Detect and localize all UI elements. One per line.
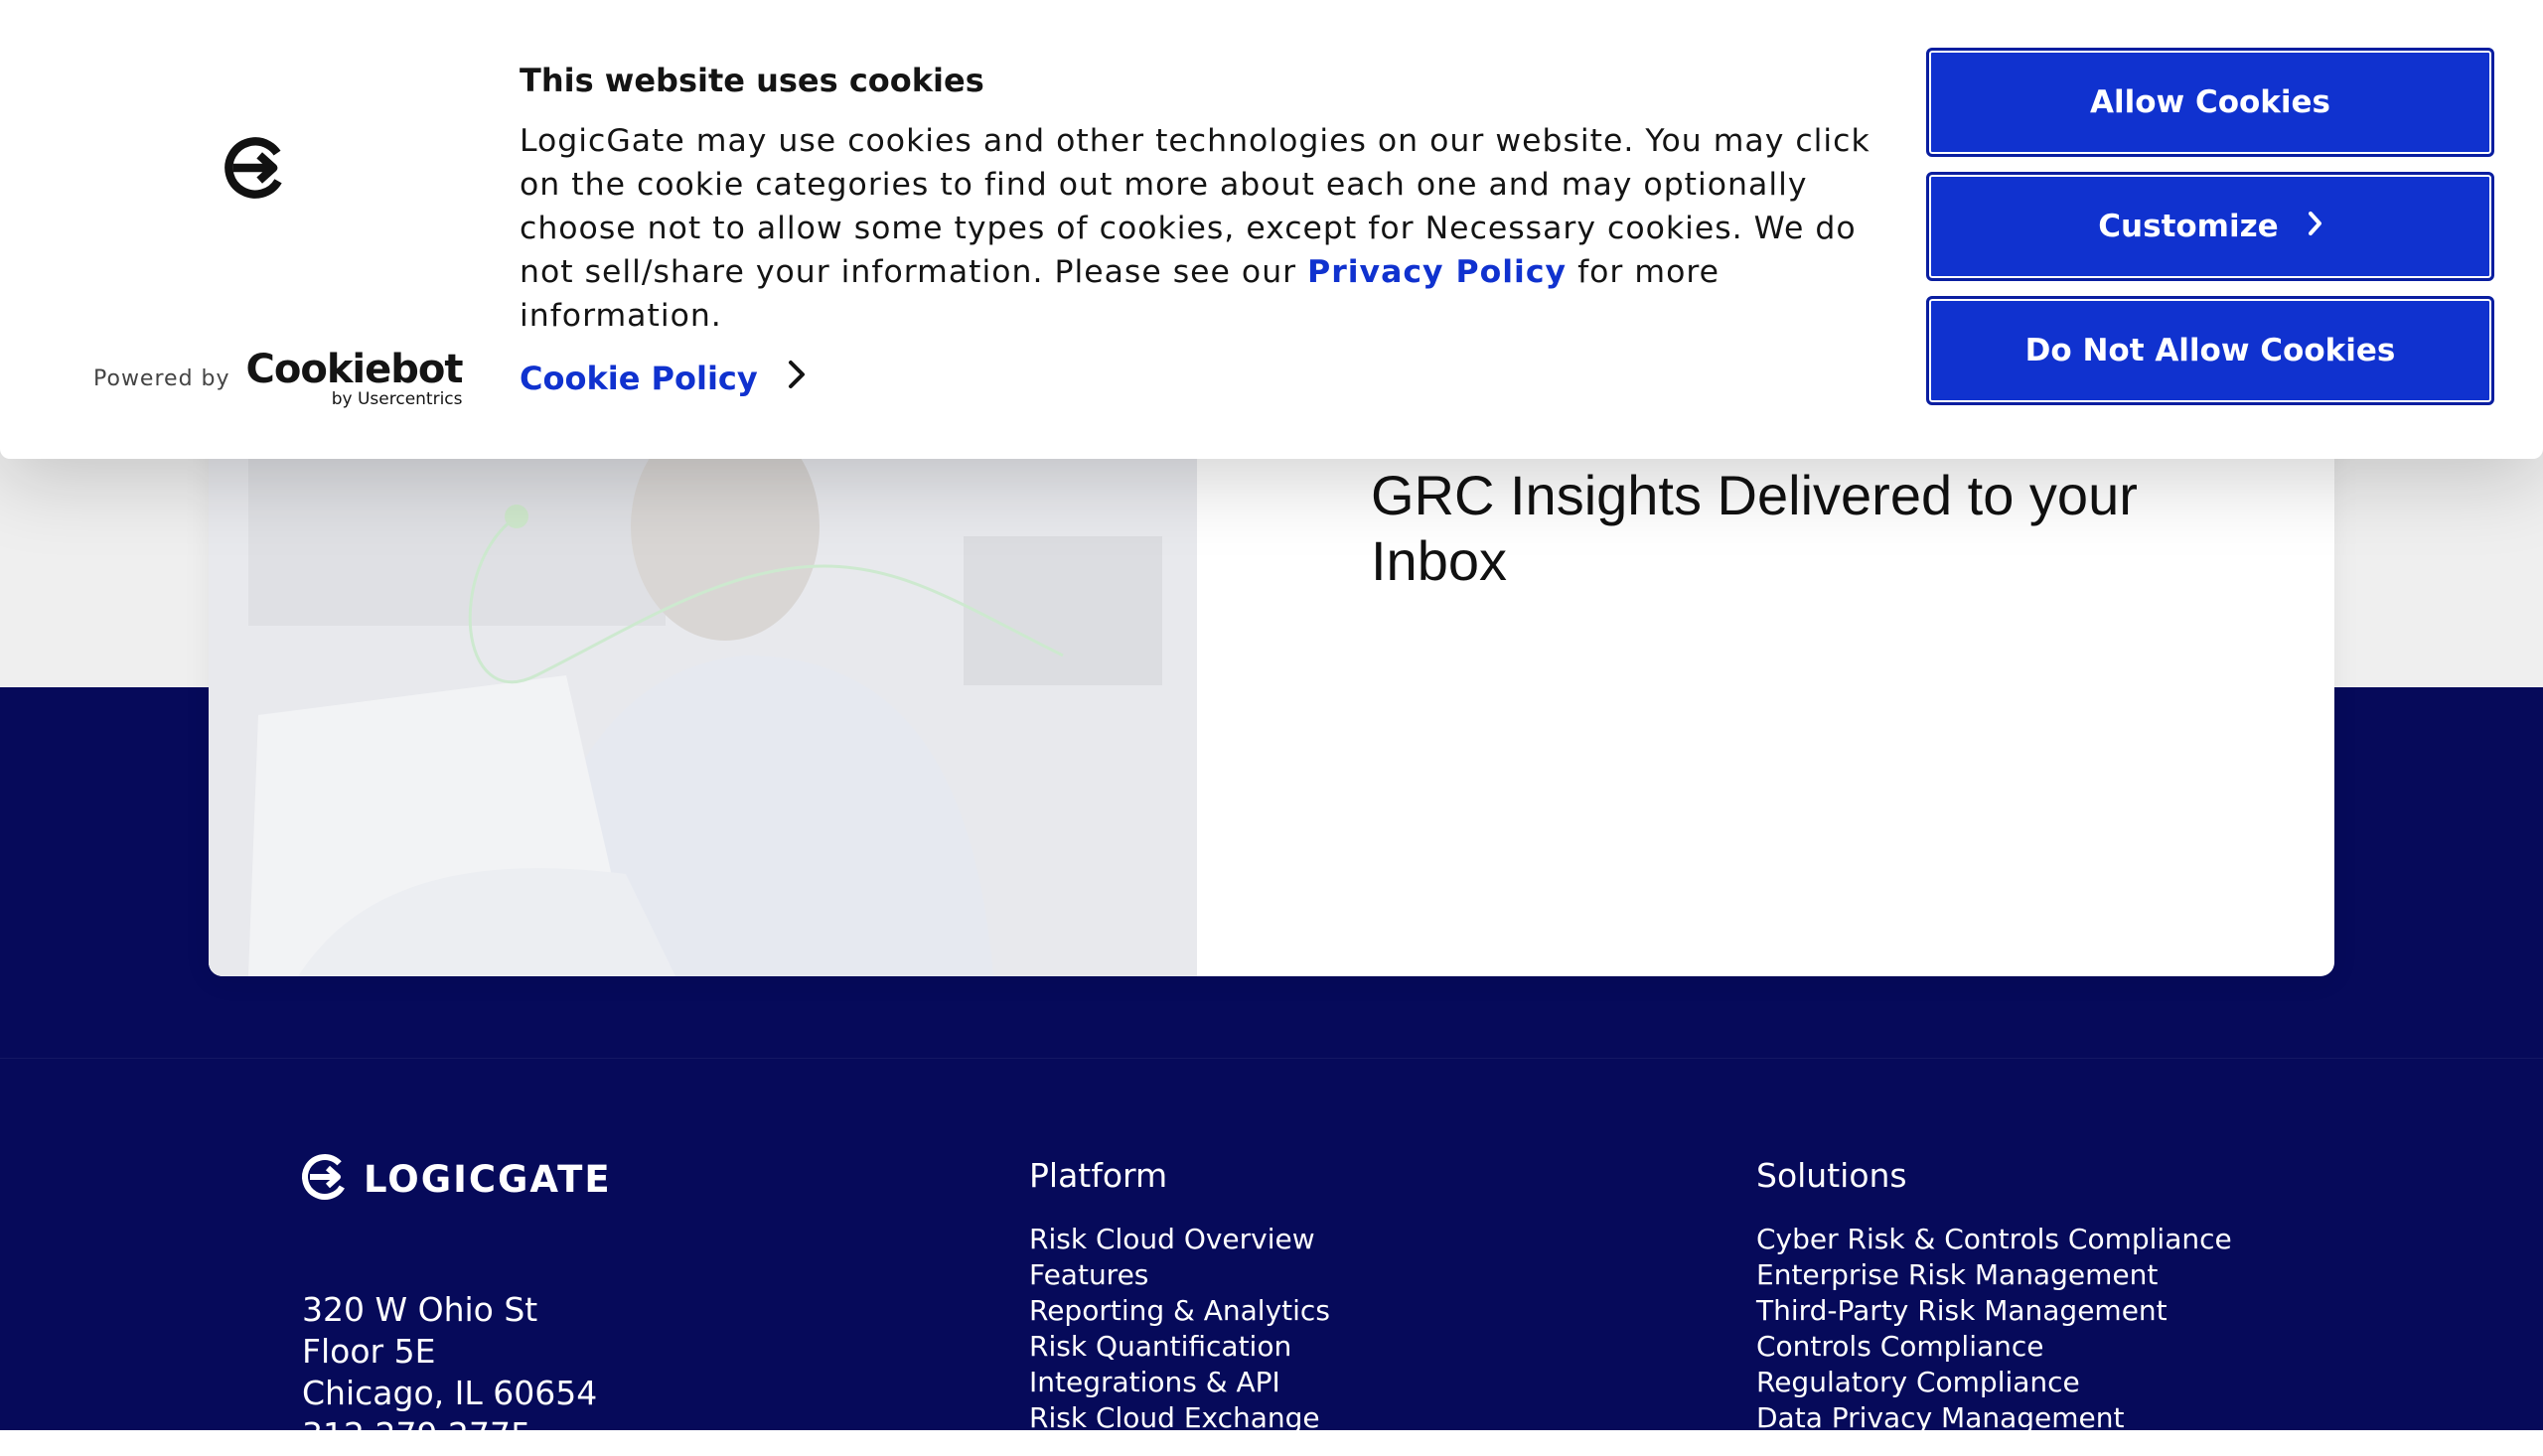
logicgate-logo-icon <box>300 1152 350 1207</box>
newsletter-title: GRC Insights Delivered to your Inbox <box>1371 464 2138 592</box>
chevron-right-icon <box>788 360 806 397</box>
logicgate-logo-icon <box>221 133 290 207</box>
customize-button[interactable]: Customize <box>1926 172 2494 281</box>
footer-column-solutions: Solutions Cyber Risk & Controls Complian… <box>1756 1154 2232 1436</box>
footer-link[interactable]: Regulatory Compliance <box>1756 1365 2232 1400</box>
cookie-policy-link[interactable]: Cookie Policy <box>520 360 806 397</box>
cookie-consent-banner: Powered by Cookiebot by Usercentrics Thi… <box>0 0 2543 459</box>
do-not-allow-cookies-button[interactable]: Do Not Allow Cookies <box>1926 296 2494 405</box>
powered-by-label: Powered by <box>93 366 230 391</box>
cookiebot-subtitle: by Usercentrics <box>331 389 463 409</box>
cookie-policy-label: Cookie Policy <box>520 360 758 397</box>
footer-link[interactable]: Data Privacy Management <box>1756 1400 2232 1436</box>
cookie-banner-text: LogicGate may use cookies and other tech… <box>520 119 1890 338</box>
footer-address: 320 W Ohio St Floor 5E Chicago, IL 60654… <box>302 1289 597 1456</box>
cookiebot-branding[interactable]: Powered by Cookiebot by Usercentrics <box>93 347 464 409</box>
customize-label: Customize <box>2098 209 2279 244</box>
footer-column-heading: Platform <box>1029 1156 1168 1195</box>
footer-divider <box>0 1058 2543 1059</box>
footer-logo-text: LOGICGATE <box>364 1157 612 1201</box>
footer-column-platform: Platform Risk Cloud Overview Features Re… <box>1029 1154 1330 1436</box>
chevron-right-icon <box>2308 209 2322 244</box>
newsletter-photo <box>209 417 1197 976</box>
cookie-banner-title: This website uses cookies <box>520 62 984 99</box>
address-line: Chicago, IL 60654 <box>302 1374 598 1412</box>
footer-link[interactable]: Reporting & Analytics <box>1029 1293 1330 1329</box>
cookiebot-logo: Cookiebot by Usercentrics <box>245 347 464 409</box>
footer-link[interactable]: Features <box>1029 1257 1330 1293</box>
footer-link[interactable]: Risk Quantification <box>1029 1329 1330 1365</box>
newsletter-card: GRC Insights Delivered to your Inbox <box>209 417 2334 976</box>
footer-column-heading: Solutions <box>1756 1156 1907 1195</box>
footer-link[interactable]: Enterprise Risk Management <box>1756 1257 2232 1293</box>
do-not-allow-cookies-label: Do Not Allow Cookies <box>2024 333 2396 368</box>
footer-link[interactable]: Cyber Risk & Controls Compliance <box>1756 1222 2232 1257</box>
footer-link[interactable]: Third-Party Risk Management <box>1756 1293 2232 1329</box>
allow-cookies-button[interactable]: Allow Cookies <box>1926 48 2494 157</box>
address-line: Floor 5E <box>302 1332 436 1371</box>
footer-link[interactable]: Controls Compliance <box>1756 1329 2232 1365</box>
footer-link[interactable]: Risk Cloud Exchange <box>1029 1400 1330 1436</box>
cookiebot-name: Cookiebot <box>245 347 464 392</box>
address-line: 320 W Ohio St <box>302 1290 538 1329</box>
footer-link[interactable]: Risk Cloud Overview <box>1029 1222 1330 1257</box>
address-phone[interactable]: 312.279.2775 <box>302 1414 597 1456</box>
footer-logo[interactable]: LOGICGATE <box>300 1152 612 1206</box>
footer-link[interactable]: Integrations & API <box>1029 1365 1330 1400</box>
allow-cookies-label: Allow Cookies <box>2089 84 2331 120</box>
privacy-policy-link[interactable]: Privacy Policy <box>1307 254 1567 290</box>
